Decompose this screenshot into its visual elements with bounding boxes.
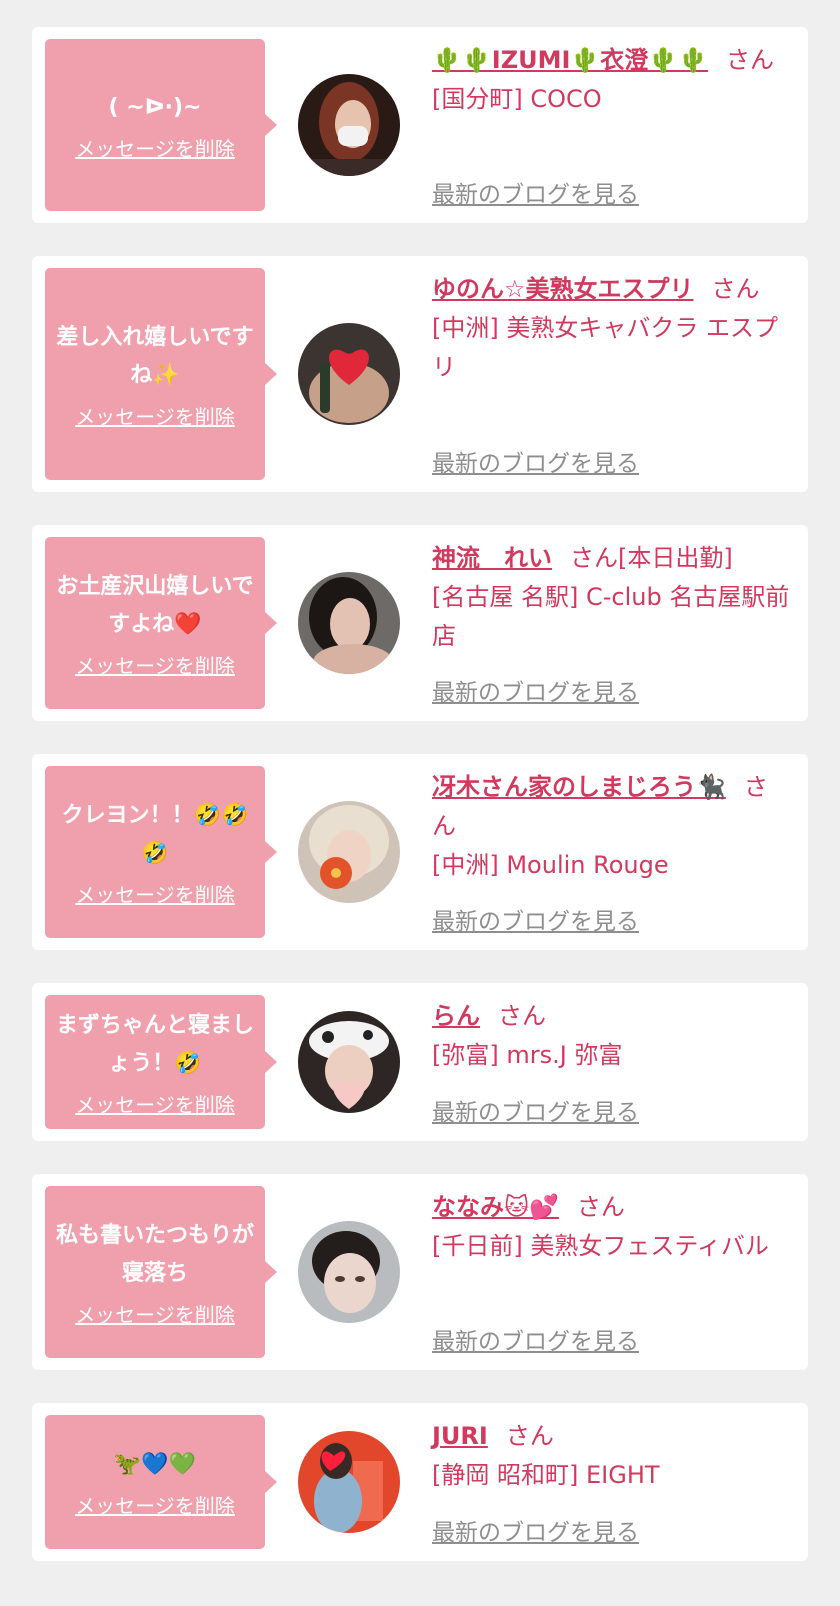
avatar[interactable] — [298, 1221, 400, 1323]
shop-label: [千日前] 美熟女フェスティバル — [432, 1232, 769, 1260]
shop-label: [中洲] Moulin Rouge — [432, 851, 669, 879]
message-text: 私も書いたつもりが寝落ち — [55, 1222, 254, 1286]
message-bubble: お土産沢山嬉しいですよね❤️ メッセージを削除 — [45, 537, 277, 709]
message-text: クレヨン！！🤣🤣🤣 — [61, 802, 249, 866]
message-card: まずちゃんと寝ましょう！🤣 メッセージを削除 らん さん [弥富] mrs.J 弥… — [32, 983, 808, 1141]
shop-label: [国分町] COCO — [432, 85, 602, 113]
latest-blog-link[interactable]: 最新のブログを見る — [432, 1513, 639, 1547]
delete-message-link[interactable]: メッセージを削除 — [75, 1490, 235, 1519]
honorific: さん — [726, 46, 775, 74]
delete-message-link[interactable]: メッセージを削除 — [75, 879, 235, 908]
avatar[interactable] — [298, 323, 400, 425]
user-info: 🌵🌵IZUMI🌵衣澄🌵🌵 さん [国分町] COCO — [432, 41, 790, 119]
message-list: ( ~ᐅ·)~ メッセージを削除 🌵🌵IZUMI🌵衣澄🌵🌵 さん [国分町] CO… — [0, 0, 840, 1561]
delete-message-link[interactable]: メッセージを削除 — [75, 650, 235, 679]
message-card: 差し入れ嬉しいですね✨ メッセージを削除 ゆのん☆美熟女エスプリ さん [中洲] … — [32, 256, 808, 492]
avatar[interactable] — [298, 74, 400, 176]
message-card: お土産沢山嬉しいですよね❤️ メッセージを削除 神流 れい さん[本日出勤] [名… — [32, 525, 808, 721]
message-bubble: まずちゃんと寝ましょう！🤣 メッセージを削除 — [45, 995, 277, 1129]
shop-label: [中洲] 美熟女キャバクラ エスプリ — [432, 314, 778, 381]
avatar[interactable] — [298, 572, 400, 674]
latest-blog-link[interactable]: 最新のブログを見る — [432, 673, 639, 707]
honorific: さん — [711, 275, 760, 303]
message-text: 🦖💙💚 — [113, 1451, 197, 1477]
shop-label: [名古屋 名駅] C-club 名古屋駅前店 — [432, 583, 790, 650]
shop-label: [弥富] mrs.J 弥富 — [432, 1041, 623, 1069]
avatar[interactable] — [298, 1431, 400, 1533]
message-bubble: 🦖💙💚 メッセージを削除 — [45, 1415, 277, 1549]
user-info: らん さん [弥富] mrs.J 弥富 — [432, 997, 790, 1075]
message-text: お土産沢山嬉しいですよね❤️ — [56, 573, 254, 637]
message-text: ( ~ᐅ·)~ — [108, 94, 202, 120]
user-name-link[interactable]: ななみ🐱💕 — [432, 1193, 559, 1221]
latest-blog-link[interactable]: 最新のブログを見る — [432, 902, 639, 936]
user-info: 神流 れい さん[本日出勤] [名古屋 名駅] C-club 名古屋駅前店 — [432, 539, 790, 656]
latest-blog-link[interactable]: 最新のブログを見る — [432, 1322, 639, 1356]
user-info: ななみ🐱💕 さん [千日前] 美熟女フェスティバル — [432, 1188, 790, 1266]
honorific: さん — [505, 1422, 554, 1450]
message-card: 私も書いたつもりが寝落ち メッセージを削除 ななみ🐱💕 さん [千日前] 美熟女フ… — [32, 1174, 808, 1370]
latest-blog-link[interactable]: 最新のブログを見る — [432, 175, 639, 209]
delete-message-link[interactable]: メッセージを削除 — [75, 401, 235, 430]
avatar[interactable] — [298, 1011, 400, 1113]
message-card: ( ~ᐅ·)~ メッセージを削除 🌵🌵IZUMI🌵衣澄🌵🌵 さん [国分町] CO… — [32, 27, 808, 223]
shop-label: [静岡 昭和町] EIGHT — [432, 1461, 660, 1489]
message-bubble: 差し入れ嬉しいですね✨ メッセージを削除 — [45, 268, 277, 480]
user-name-link[interactable]: 冴木さん家のしまじろう🐈‍⬛ — [432, 773, 726, 801]
honorific: さん — [570, 544, 618, 572]
user-info: JURI さん [静岡 昭和町] EIGHT — [432, 1417, 790, 1495]
message-bubble: 私も書いたつもりが寝落ち メッセージを削除 — [45, 1186, 277, 1358]
message-card: クレヨン！！🤣🤣🤣 メッセージを削除 冴木さん家のしまじろう🐈‍⬛ さん [中洲]… — [32, 754, 808, 950]
user-info: 冴木さん家のしまじろう🐈‍⬛ さん [中洲] Moulin Rouge — [432, 768, 790, 885]
latest-blog-link[interactable]: 最新のブログを見る — [432, 1093, 639, 1127]
message-text: 差し入れ嬉しいですね✨ — [56, 324, 254, 388]
delete-message-link[interactable]: メッセージを削除 — [75, 1299, 235, 1328]
user-info: ゆのん☆美熟女エスプリ さん [中洲] 美熟女キャバクラ エスプリ — [432, 270, 790, 387]
delete-message-link[interactable]: メッセージを削除 — [75, 133, 235, 162]
message-text: まずちゃんと寝ましょう！🤣 — [55, 1012, 254, 1076]
user-name-link[interactable]: 神流 れい — [432, 544, 552, 572]
avatar[interactable] — [298, 801, 400, 903]
honorific: さん — [576, 1193, 625, 1221]
message-bubble: ( ~ᐅ·)~ メッセージを削除 — [45, 39, 277, 211]
delete-message-link[interactable]: メッセージを削除 — [75, 1089, 235, 1118]
user-name-link[interactable]: 🌵🌵IZUMI🌵衣澄🌵🌵 — [432, 46, 708, 74]
user-name-link[interactable]: ゆのん☆美熟女エスプリ — [432, 275, 694, 303]
latest-blog-link[interactable]: 最新のブログを見る — [432, 444, 639, 478]
user-name-link[interactable]: JURI — [432, 1422, 488, 1450]
user-name-link[interactable]: らん — [432, 1002, 480, 1030]
honorific: さん — [498, 1002, 546, 1030]
message-bubble: クレヨン！！🤣🤣🤣 メッセージを削除 — [45, 766, 277, 938]
status-suffix: [本日出勤] — [618, 544, 733, 572]
message-card: 🦖💙💚 メッセージを削除 JURI さん [静岡 昭和町] EIGHT 最新のブロ… — [32, 1403, 808, 1561]
